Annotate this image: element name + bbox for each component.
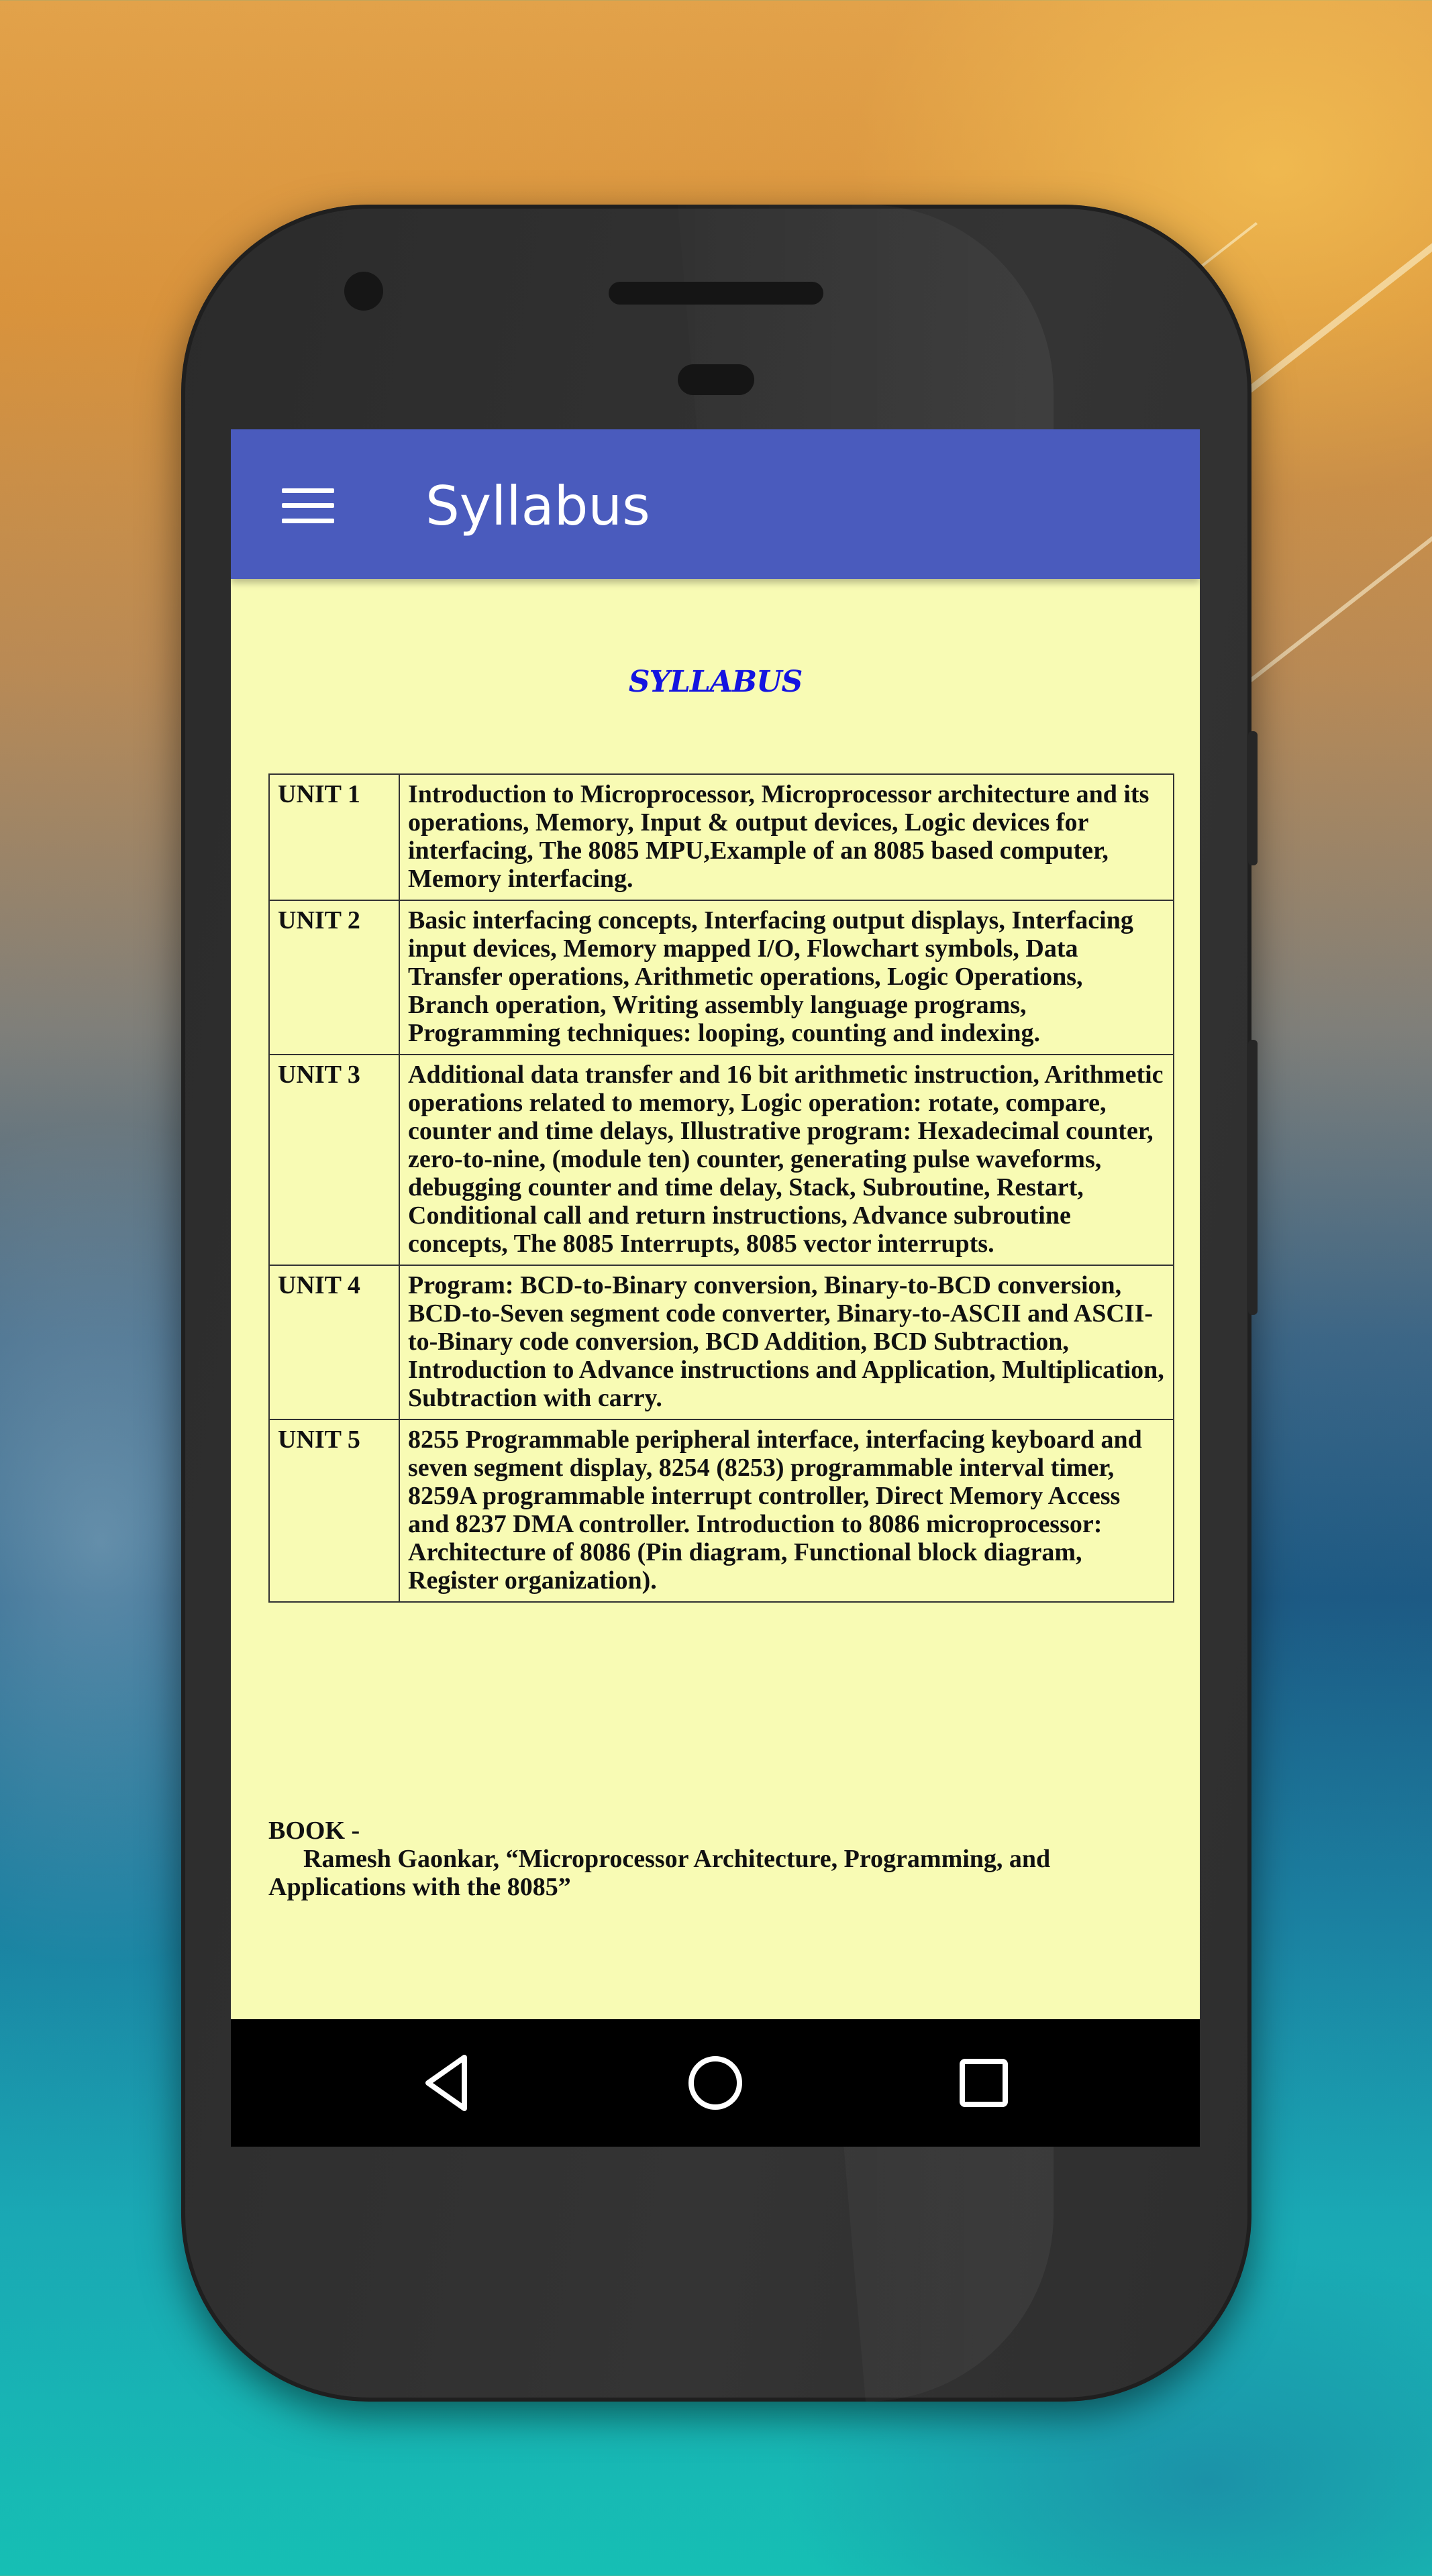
unit-description: 8255 Programmable peripheral interface, …: [399, 1419, 1174, 1603]
app-bar-title: Syllabus: [425, 475, 650, 537]
unit-description: Introduction to Microprocessor, Micropro…: [399, 773, 1174, 901]
phone-volume-button: [1248, 1040, 1258, 1315]
table-row: UNIT 4 Program: BCD-to-Binary conversion…: [268, 1265, 1174, 1420]
back-button[interactable]: [382, 2019, 517, 2147]
document-heading: SYLLABUS: [628, 665, 803, 699]
table-row: UNIT 1 Introduction to Microprocessor, M…: [268, 773, 1174, 901]
unit-description: Program: BCD-to-Binary conversion, Binar…: [399, 1265, 1174, 1420]
recents-button[interactable]: [917, 2019, 1051, 2147]
phone-screen: Syllabus SYLLABUS UNIT 1 Introduction to…: [231, 429, 1200, 2147]
syllabus-content[interactable]: SYLLABUS UNIT 1 Introduction to Micropro…: [231, 579, 1200, 1925]
table-row: UNIT 2 Basic interfacing concepts, Inter…: [268, 900, 1174, 1055]
hamburger-menu-icon[interactable]: [282, 488, 334, 523]
circle-home-icon: [688, 2056, 742, 2110]
square-recents-icon: [960, 2059, 1008, 2107]
earpiece-speaker: [609, 282, 823, 305]
unit-label: UNIT 3: [268, 1054, 400, 1266]
unit-description: Additional data transfer and 16 bit arit…: [399, 1054, 1174, 1266]
syllabus-table: UNIT 1 Introduction to Microprocessor, M…: [268, 773, 1174, 1603]
book-citation-line1: Ramesh Gaonkar, “Microprocessor Architec…: [303, 1845, 1051, 1873]
book-citation-line2: Applications with the 8085”: [268, 1873, 571, 1901]
system-navigation-bar: [231, 2019, 1200, 2147]
table-row: UNIT 3 Additional data transfer and 16 b…: [268, 1054, 1174, 1266]
front-camera: [344, 272, 383, 311]
book-reference: BOOK - Ramesh Gaonkar, “Microprocessor A…: [268, 1817, 1174, 1901]
proximity-sensor: [678, 364, 754, 395]
phone-side-button: [1248, 731, 1258, 865]
unit-description: Basic interfacing concepts, Interfacing …: [399, 900, 1174, 1055]
home-button[interactable]: [648, 2019, 782, 2147]
unit-label: UNIT 1: [268, 773, 400, 901]
book-label: BOOK -: [268, 1817, 360, 1845]
app-bar: Syllabus: [231, 429, 1200, 579]
table-row: UNIT 5 8255 Programmable peripheral inte…: [268, 1419, 1174, 1603]
unit-label: UNIT 4: [268, 1265, 400, 1420]
unit-label: UNIT 2: [268, 900, 400, 1055]
triangle-back-icon: [425, 2055, 467, 2111]
unit-label: UNIT 5: [268, 1419, 400, 1603]
